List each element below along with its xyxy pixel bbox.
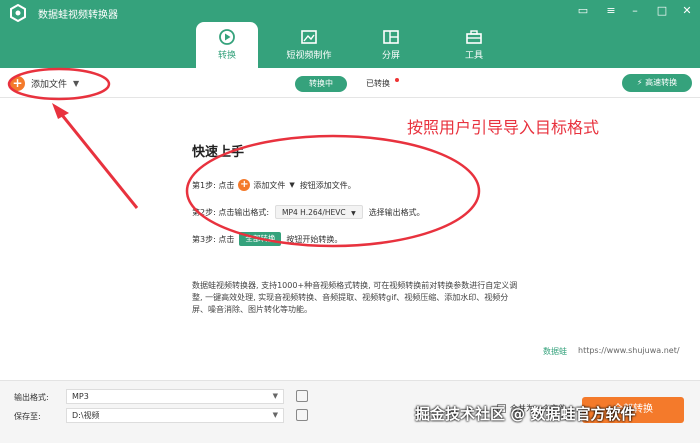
chevron-down-icon: ▼	[289, 181, 295, 189]
step1-prefix: 第1步: 点击	[192, 180, 235, 190]
tab-converting[interactable]: 转换中	[295, 76, 347, 92]
tab-split-screen-label: 分屏	[381, 51, 400, 61]
annotation-arrow	[56, 109, 139, 209]
plus-icon: +	[238, 179, 251, 191]
output-format-value: MP4 H.264/HEVC	[282, 208, 346, 217]
toolbox-icon	[466, 30, 482, 44]
toolbar: + 添加文件 ▼ 转换中 已转换 ⚡ 高速转换	[0, 68, 700, 98]
step3-prefix: 第3步: 点击	[192, 234, 235, 244]
brand-name: 数据蛙	[543, 347, 567, 356]
step2-prefix: 第2步: 点击输出格式:	[192, 207, 270, 217]
minimize-icon[interactable]: –	[628, 4, 642, 18]
tab-tools[interactable]: 工具	[443, 22, 505, 68]
output-format-label: 输出格式:	[14, 393, 49, 402]
lightning-icon: ⚡	[636, 78, 643, 87]
quickstart-title: 快速上手	[192, 145, 245, 160]
tab-tools-label: 工具	[464, 51, 483, 61]
title-bar: 数据蛙视频转换器 ▭ ≡ – □ ✕ 转换 短视频制作 分屏 工具	[0, 0, 700, 68]
app-logo-icon	[10, 4, 26, 22]
split-screen-icon	[383, 30, 399, 44]
tab-convert[interactable]: 转换	[196, 22, 258, 68]
close-icon[interactable]: ✕	[680, 4, 694, 18]
feedback-icon[interactable]: ▭	[576, 4, 590, 18]
add-file-button[interactable]: + 添加文件 ▼	[10, 73, 79, 93]
save-to-field-value: D:\视频	[72, 411, 100, 420]
high-speed-label: 高速转换	[645, 78, 678, 87]
menu-icon[interactable]: ≡	[604, 4, 618, 18]
step-3: 第3步: 点击 全部转换 按钮开始转换。	[192, 231, 342, 247]
step-1: 第1步: 点击 + 添加文件 ▼ 按钮添加文件。	[192, 177, 356, 193]
short-video-icon	[301, 30, 317, 44]
folder-icon[interactable]	[296, 409, 308, 421]
step3-convert-all-button[interactable]: 全部转换	[239, 232, 282, 246]
app-title: 数据蛙视频转换器	[38, 10, 118, 21]
app-description: 数据蛙视频转换器, 支持1000+种音视频格式转换, 可在视频转换前对转换参数进…	[192, 281, 518, 314]
high-speed-convert-button[interactable]: ⚡ 高速转换	[622, 74, 692, 92]
tab-convert-label: 转换	[217, 51, 236, 61]
step1-add-file-label[interactable]: 添加文件	[253, 180, 285, 191]
annotation-text: 按照用户引导导入目标格式	[407, 118, 600, 137]
output-format-select[interactable]: MP4 H.264/HEVC ▼	[275, 205, 363, 219]
format-settings-icon[interactable]	[296, 390, 308, 402]
tab-split-screen[interactable]: 分屏	[360, 22, 422, 68]
add-file-label: 添加文件	[31, 79, 68, 90]
step2-suffix: 选择输出格式。	[368, 207, 425, 217]
save-to-label: 保存至:	[14, 412, 41, 421]
convert-icon	[219, 29, 235, 45]
save-to-field[interactable]: D:\视频 ▼	[66, 408, 284, 423]
brand-url[interactable]: https://www.shujuwa.net/	[578, 346, 680, 355]
chevron-down-icon: ▼	[272, 411, 278, 419]
step1-suffix: 按钮添加文件。	[299, 180, 356, 190]
tab-converted[interactable]: 已转换	[366, 76, 390, 92]
step-2: 第2步: 点击输出格式: MP4 H.264/HEVC ▼ 选择输出格式。	[192, 204, 425, 220]
plus-icon: +	[10, 75, 25, 91]
step3-suffix: 按钮开始转换。	[286, 234, 343, 244]
annotation-arrowhead	[52, 103, 69, 119]
output-format-field-value: MP3	[72, 392, 89, 401]
notification-dot	[395, 78, 399, 82]
chevron-down-icon[interactable]: ▼	[73, 79, 79, 88]
chevron-down-icon: ▼	[351, 210, 356, 217]
tab-short-video[interactable]: 短视频制作	[278, 22, 340, 68]
tab-short-video-label: 短视频制作	[286, 51, 332, 61]
chevron-down-icon: ▼	[272, 392, 278, 400]
maximize-icon[interactable]: □	[655, 4, 669, 18]
output-format-field[interactable]: MP3 ▼	[66, 389, 284, 404]
watermark-text: 掘金技术社区 @ 数据蛙官方软件	[415, 405, 636, 423]
